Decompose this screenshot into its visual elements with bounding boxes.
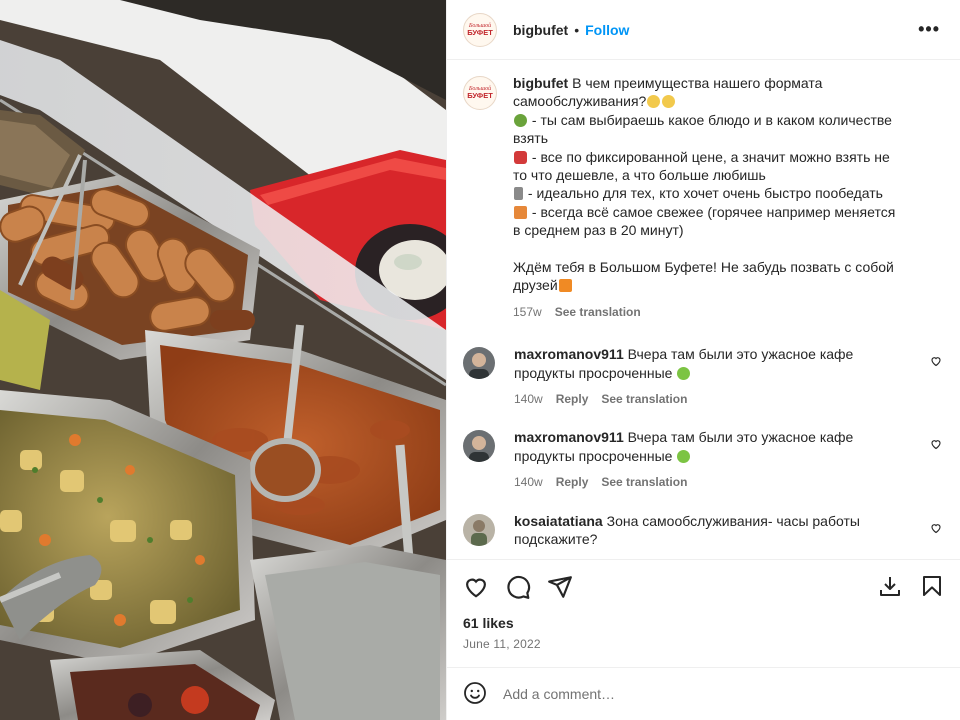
comment-age: 140w: [514, 475, 543, 490]
nauseated-emoji-icon: [677, 366, 691, 380]
emoji-icon: [464, 681, 486, 704]
comment-like-heart-icon[interactable]: [930, 438, 942, 450]
bigbufet-logo-icon: Большой БУФЕТ: [465, 78, 495, 108]
buffet-food-image: [0, 0, 446, 720]
comment-line: Вчера там были это ужасное кафе: [623, 346, 854, 363]
comment-text: maxromanov911 Вчера там были это ужасное…: [514, 428, 914, 491]
caption-line: - все по фиксированной цене, а значит мо…: [528, 148, 890, 165]
comment-like-heart-icon[interactable]: [930, 355, 942, 367]
commenter-avatar[interactable]: [463, 430, 495, 463]
share-button[interactable]: [547, 574, 573, 600]
caption-text: bigbufet В чем преимущества нашего форма…: [513, 74, 933, 321]
like-button[interactable]: [463, 574, 489, 600]
comment-age: 140w: [514, 392, 543, 407]
comment-icon: [507, 575, 531, 599]
nauseated-emoji-icon: [677, 449, 691, 463]
caption-line: друзей: [513, 277, 558, 294]
comment-like-heart-icon[interactable]: [930, 522, 942, 534]
emoji-button[interactable]: [463, 681, 487, 708]
comment-line: Зона самообслуживания- часы работы: [602, 512, 860, 529]
svg-text:БУФЕТ: БУФЕТ: [467, 91, 493, 100]
comment-line: Вчера там были это ужасное кафе: [623, 429, 854, 446]
caption-line: Ждём тебя в Большом Буфете! Не забудь по…: [513, 259, 894, 276]
caption-line: самообслуживания?: [513, 93, 647, 110]
download-icon: [880, 577, 900, 596]
hourglass-emoji-icon: [514, 187, 523, 201]
add-comment-input[interactable]: Add a comment…: [503, 686, 615, 702]
follow-button[interactable]: Follow: [585, 22, 629, 38]
caption-line: - идеально для тех, кто хочет очень быст…: [524, 185, 883, 202]
comment-username[interactable]: maxromanov911: [514, 346, 624, 362]
post-header: Большой БУФЕТ bigbufet • Follow •••: [447, 0, 960, 60]
bookmark-icon: [923, 576, 941, 596]
share-icon: [548, 575, 572, 598]
account-avatar[interactable]: Большой БУФЕТ: [463, 12, 497, 47]
comment-item: kosaiatatiana Зона самообслуживания- час…: [463, 512, 944, 549]
more-options-icon[interactable]: •••: [918, 20, 940, 38]
comment-line: подскажите?: [514, 531, 598, 548]
see-translation-link[interactable]: See translation: [601, 473, 687, 491]
pizza-emoji-icon: [514, 205, 527, 219]
post-caption: Большой БУФЕТ bigbufet В чем преимуществ…: [463, 74, 944, 321]
post-side-panel: Большой БУФЕТ bigbufet • Follow ••• Боль…: [446, 0, 960, 720]
caption-meta: 157w See translation: [513, 303, 933, 321]
caption-age: 157w: [513, 304, 542, 319]
caption-line: то что дешевле, а что больше любишь: [513, 167, 766, 184]
see-translation-link[interactable]: See translation: [601, 390, 687, 408]
comment-username[interactable]: maxromanov911: [514, 429, 624, 445]
comment-username[interactable]: kosaiatatiana: [514, 513, 603, 529]
commenter-avatar[interactable]: [463, 513, 495, 546]
orange-heart-emoji-icon: [558, 279, 572, 293]
save-button[interactable]: [920, 574, 944, 601]
header-username[interactable]: bigbufet: [513, 22, 568, 38]
caption-username[interactable]: bigbufet: [513, 75, 568, 91]
comment-button[interactable]: [505, 574, 531, 600]
caption-line: в среднем раз в 20 минут): [513, 222, 684, 239]
post-date: June 11, 2022: [463, 637, 541, 651]
add-comment-bar: Add a comment…: [447, 667, 960, 720]
comment-item: maxromanov911 Вчера там были это ужасное…: [463, 345, 944, 408]
reply-button[interactable]: Reply: [556, 390, 589, 408]
caption-line: - ты сам выбираешь какое блюдо и в каком…: [528, 111, 892, 128]
caption-line: взять: [513, 130, 548, 147]
download-button[interactable]: [878, 574, 902, 601]
post-actions-bar: [447, 559, 960, 613]
caption-line: - всегда всё самое свежее (горячее напри…: [528, 203, 896, 220]
heart-icon: [466, 578, 486, 597]
comments-scroll-area[interactable]: Большой БУФЕТ bigbufet В чем преимуществ…: [447, 60, 960, 559]
post-photo: [0, 0, 446, 720]
see-translation-link[interactable]: See translation: [555, 303, 641, 321]
comment-line: продукты просроченные: [514, 447, 673, 464]
smirk-emoji-icon: [662, 95, 676, 109]
comment-text: maxromanov911 Вчера там были это ужасное…: [514, 345, 914, 408]
lips-emoji-icon: [514, 150, 527, 164]
bigbufet-logo-icon: Большой БУФЕТ: [465, 14, 495, 45]
likes-count[interactable]: 61 likes: [447, 613, 960, 633]
comment-meta: 140w Reply See translation: [514, 390, 914, 408]
commenter-avatar[interactable]: [463, 347, 495, 380]
caption-avatar[interactable]: Большой БУФЕТ: [463, 76, 497, 110]
reply-button[interactable]: Reply: [556, 473, 589, 491]
separator-dot: •: [574, 21, 580, 38]
grimace-emoji-icon: [647, 95, 661, 109]
svg-text:БУФЕТ: БУФЕТ: [467, 28, 493, 37]
comment-line: продукты просроченные: [514, 364, 673, 381]
caption-line: В чем преимущества нашего формата: [568, 75, 823, 91]
comment-text: kosaiatatiana Зона самообслуживания- час…: [514, 512, 914, 549]
comment-meta: 140w Reply See translation: [514, 473, 914, 491]
comment-item: maxromanov911 Вчера там были это ужасное…: [463, 428, 944, 491]
salad-emoji-icon: [514, 113, 527, 127]
